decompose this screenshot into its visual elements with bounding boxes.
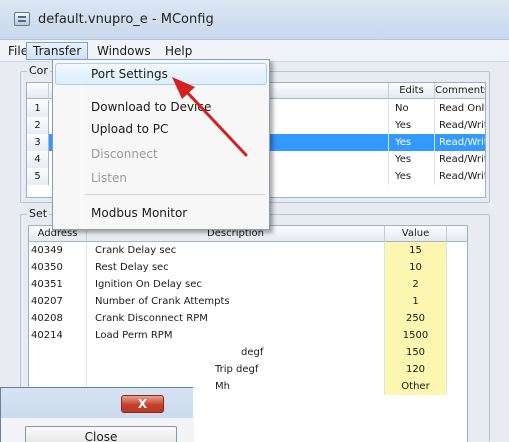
settings-row-description: Load Perm RPM [87, 327, 385, 344]
menu-item-modbus-monitor[interactable]: Modbus Monitor [55, 202, 267, 224]
menu-transfer[interactable]: Transfer [26, 42, 89, 60]
menu-separator [85, 194, 265, 195]
app-icon [14, 12, 30, 26]
config-row-num: 2 [27, 117, 49, 134]
menu-item-download-to-device[interactable]: Download to Device [55, 96, 267, 118]
settings-row-description: Number of Crank Attempts [87, 293, 385, 310]
config-row-comments: Read Only [439, 103, 486, 114]
menu-item-listen: Listen [91, 171, 127, 185]
dialog-action-button[interactable]: Close [25, 426, 177, 442]
dialog-body: Close [1, 418, 194, 442]
config-row-num: 5 [27, 168, 49, 185]
config-header-comments[interactable]: Comments [435, 83, 485, 99]
config-row-edits: Yes [389, 134, 435, 151]
window-title: default.vnupro_e - MConfig [38, 12, 214, 27]
settings-row-value[interactable]: 250 [385, 310, 447, 327]
settings-row-value[interactable]: Other [385, 378, 447, 395]
settings-row-address: 40351 [29, 276, 87, 293]
settings-row-value[interactable]: 150 [385, 344, 447, 361]
settings-row-value[interactable]: 1500 [385, 327, 447, 344]
config-row-comments: Read/Write [439, 120, 485, 131]
settings-row[interactable]: 40351 Ignition On Delay sec 2 [29, 276, 467, 293]
config-row-num: 4 [27, 151, 49, 168]
settings-row[interactable]: 40350 Rest Delay sec 10 [29, 259, 467, 276]
config-row-edits: Yes [389, 151, 435, 168]
settings-row[interactable]: degf 150 [29, 344, 467, 361]
settings-row[interactable]: Trip degf 120 [29, 361, 467, 378]
settings-row-value[interactable]: 15 [385, 242, 447, 259]
config-row-num: 3 [27, 134, 49, 151]
settings-row-value[interactable]: 1 [385, 293, 447, 310]
settings-row-address [29, 344, 87, 361]
settings-row[interactable]: 40208 Crank Disconnect RPM 250 [29, 310, 467, 327]
settings-row-description: Trip degf [87, 361, 385, 378]
settings-row-description: Rest Delay sec [87, 259, 385, 276]
settings-row-description: Ignition On Delay sec [87, 276, 385, 293]
settings-row[interactable]: 40207 Number of Crank Attempts 1 [29, 293, 467, 310]
settings-row-address: 40208 [29, 310, 87, 327]
settings-row-address: 40349 [29, 242, 87, 259]
settings-row-address [29, 361, 87, 378]
menu-windows[interactable]: Windows [91, 42, 157, 60]
settings-row-address: 40350 [29, 259, 87, 276]
menu-item-disconnect: Disconnect [91, 147, 158, 161]
settings-row-description: degf [87, 344, 385, 361]
config-rownum-header [27, 83, 49, 99]
settings-row[interactable]: 40349 Crank Delay sec 15 [29, 242, 467, 259]
settings-row-address: 40207 [29, 293, 87, 310]
menu-item-upload-to-pc[interactable]: Upload to PC [55, 118, 267, 140]
config-row-comments: Read/Write [439, 154, 485, 165]
settings-row-address: 40214 [29, 327, 87, 344]
config-header-edits[interactable]: Edits [389, 83, 435, 99]
config-row-comments: Read/Write [435, 134, 485, 151]
menu-help[interactable]: Help [159, 42, 198, 60]
transfer-menu: Port Settings Download to Device Upload … [52, 59, 270, 230]
settings-row[interactable]: 40214 Load Perm RPM 1500 [29, 327, 467, 344]
config-row-num: 1 [27, 100, 49, 117]
title-bar: default.vnupro_e - MConfig [0, 0, 509, 40]
settings-row-value[interactable]: 10 [385, 259, 447, 276]
settings-row-value[interactable]: 2 [385, 276, 447, 293]
config-row-comments: Read/Write [439, 171, 485, 182]
settings-row-description: Crank Delay sec [87, 242, 385, 259]
settings-row-value[interactable]: 120 [385, 361, 447, 378]
config-group-label: Cor [27, 64, 50, 77]
settings-header-value[interactable]: Value [385, 226, 447, 242]
dialog-close-button[interactable]: X [121, 395, 164, 413]
config-row-edits: Yes [389, 168, 435, 185]
settings-row-description: Crank Disconnect RPM [87, 310, 385, 327]
menu-item-port-settings[interactable]: Port Settings [55, 63, 267, 85]
settings-group-label: Set [27, 207, 50, 220]
config-row-edits: No [389, 100, 435, 117]
dialog-window: X Close [0, 387, 194, 442]
config-row-edits: Yes [389, 117, 435, 134]
